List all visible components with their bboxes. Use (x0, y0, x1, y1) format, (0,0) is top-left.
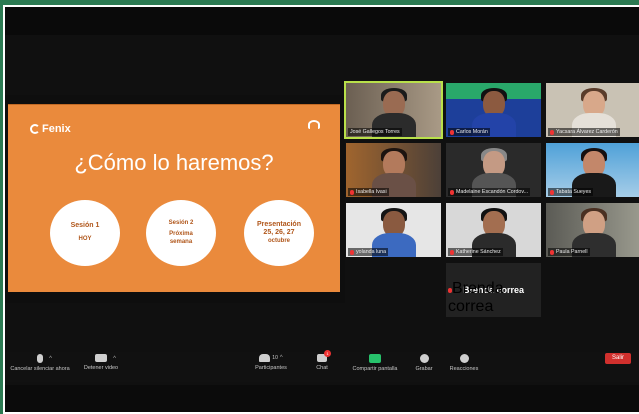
zoom-window: Fenix ¿Cómo lo haremos? Sesión 1 HOY Ses… (5, 7, 639, 412)
video-camera-icon: ^ (95, 354, 116, 362)
participant-tile[interactable]: Carlos Morán (446, 83, 541, 137)
record-button[interactable]: Grabar (411, 354, 437, 372)
shared-screen: Fenix ¿Cómo lo haremos? Sesión 1 HOY Ses… (5, 95, 345, 303)
participant-tile[interactable]: Madelaine Escandón Cordov... (446, 143, 541, 197)
fenix-logo-icon (30, 124, 40, 134)
circle-title: Sesión 1 (70, 222, 100, 230)
participant-tile[interactable]: Tabata Sueyes (546, 143, 639, 197)
presentation-slide: Fenix ¿Cómo lo haremos? Sesión 1 HOY Ses… (8, 104, 340, 292)
chat-button[interactable]: 1 Chat (310, 350, 334, 371)
participant-name-tag: Brenda correa (448, 280, 504, 315)
share-screen-label: Compartir pantalla (352, 366, 398, 372)
share-screen-icon (369, 354, 381, 363)
session-1-circle: Sesión 1 HOY (50, 200, 120, 266)
record-label: Grabar (415, 366, 433, 372)
participant-tile[interactable]: José Gallegos Torres (344, 81, 443, 139)
circle-subtitle: octubre (267, 238, 290, 244)
circle-title: Sesión 2 (168, 219, 194, 226)
mic-off-icon (450, 189, 454, 195)
chevron-up-icon: ^ (279, 355, 283, 361)
participants-button[interactable]: 10 ^ Participantes (249, 354, 293, 371)
bottom-bar (5, 385, 639, 412)
participant-tile[interactable]: Isabella Ivasi (346, 143, 441, 197)
participant-name-tag: Madelaine Escandón Cordov... (448, 188, 531, 196)
slide-title: ¿Cómo lo haremos? (74, 150, 274, 175)
circle-subtitle: Próxima semana (169, 231, 193, 245)
chat-icon: 1 (317, 350, 331, 362)
unmute-label: Cancelar silenciar ahora (10, 366, 70, 372)
fenix-logo-text: Fenix (42, 123, 71, 135)
circle-subtitle: HOY (78, 236, 92, 243)
meeting-toolbar: ^ Cancelar silenciar ahora ^ Detener vid… (5, 350, 639, 382)
participant-tile[interactable]: yolanda luna (346, 203, 441, 257)
partner-logo (300, 120, 328, 138)
record-icon (419, 354, 429, 363)
participant-name-tag: yolanda luna (348, 248, 389, 256)
participant-tile[interactable]: Brenda correa Brenda correa (446, 263, 541, 317)
mic-off-icon (450, 129, 454, 135)
participant-tile[interactable]: Paula Parnell (546, 203, 639, 257)
partner-logo-icon (308, 120, 320, 129)
chat-label: Chat (316, 365, 328, 371)
mic-off-icon (550, 249, 554, 255)
mic-off-icon (350, 249, 354, 255)
circle-title: Presentación 25, 26, 27 (257, 220, 301, 237)
presentation-circle: Presentación 25, 26, 27 octubre (244, 200, 314, 266)
participant-name-tag: Isabella Ivasi (348, 188, 389, 196)
session-2-circle: Sesión 2 Próxima semana (146, 200, 216, 266)
mic-off-icon (550, 189, 554, 195)
leave-button[interactable]: Salir (605, 353, 631, 364)
participants-icon (259, 354, 271, 362)
mic-off-icon (450, 249, 454, 255)
reactions-button[interactable]: Reacciones (447, 354, 481, 372)
slide-border (8, 104, 340, 105)
reactions-icon (459, 354, 469, 363)
participants-count: 10 (272, 355, 278, 361)
participant-name-tag: Katherine Sánchez (448, 248, 503, 256)
participants-label: Participantes (255, 365, 287, 371)
participant-tile[interactable]: Yacsara Álvarez Carderón (546, 83, 639, 137)
mic-off-icon (350, 189, 354, 195)
participant-name-tag: Tabata Sueyes (548, 188, 594, 196)
reactions-label: Reacciones (449, 366, 479, 372)
top-bar (5, 7, 639, 35)
stop-video-label: Detener video (83, 365, 119, 371)
unmute-button[interactable]: ^ Cancelar silenciar ahora (9, 354, 71, 372)
participant-name-tag: Paula Parnell (548, 248, 590, 256)
microphone-icon: ^ (37, 354, 52, 363)
participant-name-tag: Yacsara Álvarez Carderón (548, 128, 620, 136)
mic-off-icon (550, 129, 554, 135)
chat-badge: 1 (324, 350, 331, 357)
participant-tile[interactable]: Katherine Sánchez (446, 203, 541, 257)
participant-name-tag: Carlos Morán (448, 128, 490, 136)
stop-video-button[interactable]: ^ Detener video (79, 354, 123, 371)
share-screen-button[interactable]: Compartir pantalla (347, 354, 403, 372)
fenix-logo: Fenix (30, 123, 71, 135)
participant-name-tag: José Gallegos Torres (348, 128, 402, 136)
